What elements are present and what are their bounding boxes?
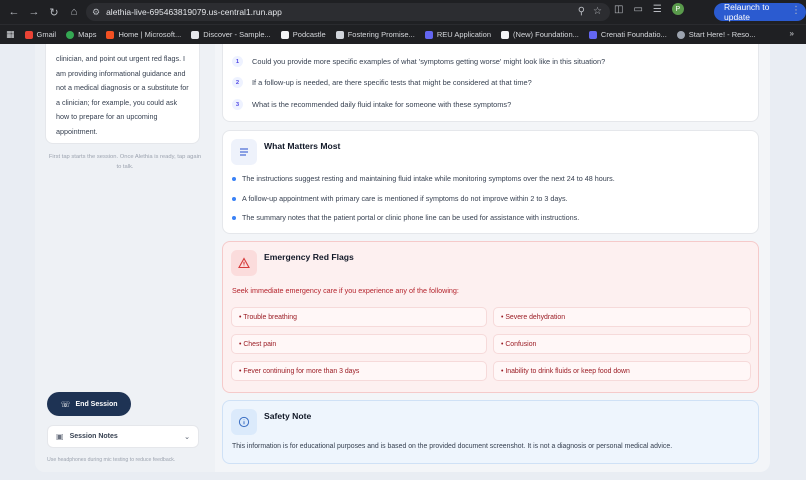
bookmark-star-icon[interactable]: ☆ [593,6,602,17]
safety-note-body: This information is for educational purp… [232,443,673,450]
bookmark-item[interactable]: Home | Microsoft... [106,30,181,39]
session-notes-toggle[interactable]: ▣ Session Notes ⌄ [47,425,199,448]
end-session-label: End Session [75,400,118,408]
fostering-icon [335,30,344,39]
bookmark-item[interactable]: Fostering Promise... [335,30,415,39]
question-number: 3 [232,99,243,110]
bookmark-item[interactable]: Crenati Foundatio... [588,30,667,39]
discover-icon [191,30,200,39]
zoom-icon[interactable]: ⚲ [578,6,585,17]
intro-line: how to prepare for an upcoming [56,112,158,121]
bookmark-item[interactable]: Gmail [24,30,56,39]
sidebar: clinician, and point out urgent red flag… [35,44,215,472]
warning-icon [231,250,257,276]
menu-icon[interactable]: ⋮ [791,5,801,16]
phone-icon: ☏ [60,399,71,409]
more-bookmarks-icon[interactable]: » [790,29,794,38]
gmail-icon [24,30,33,39]
list-icon [231,139,257,165]
foundation-icon [501,30,510,39]
main-content: 1 Could you provide more specific exampl… [222,44,759,472]
tap-hint: First tap starts the session. Once Aleth… [48,154,202,170]
red-flag-item: • Inability to drink fluids or keep food… [493,361,751,381]
intro-line: not a medical diagnosis or a substitute … [56,83,189,92]
red-flags-card: Emergency Red Flags Seek immediate emerg… [222,241,759,393]
headphone-hint: Use headphones during mic testing to red… [47,457,176,463]
toolbar-actions: ◫ ▭ ☰ P [614,3,684,15]
bookmark-item[interactable]: Podcastle [280,30,326,39]
home-icon[interactable]: ⌂ [64,2,84,22]
red-flag-item: • Chest pain [231,334,487,354]
session-notes-label: Session Notes [69,433,118,440]
bookmark-item[interactable]: REU Application [424,30,491,39]
bookmark-item[interactable]: Maps [66,30,96,39]
red-flag-item: • Fever continuing for more than 3 days [231,361,487,381]
intro-line: clinician, and point out urgent red flag… [56,54,186,63]
chevron-down-icon: ⌄ [184,433,190,441]
browser-toolbar: ← → ↻ ⌂ ⚙ alethia-live-695463819079.us-c… [0,0,806,24]
intro-line: appointment. [56,126,98,136]
what-matters-item: The instructions suggest resting and mai… [232,174,615,183]
red-flags-subtitle: Seek immediate emergency care if you exp… [232,286,459,295]
what-matters-card: What Matters Most The instructions sugge… [222,130,759,234]
question-number: 1 [232,56,243,67]
url-text: alethia-live-695463819079.us-central1.ru… [106,7,282,17]
reload-icon[interactable]: ↻ [44,2,64,22]
apps-icon[interactable]: ▦ [6,29,15,40]
cast-icon[interactable]: ▭ [633,4,642,15]
bullet-icon [232,176,236,181]
forward-icon[interactable]: → [24,2,44,22]
media-icon[interactable]: ☰ [653,4,662,15]
intro-card: clinician, and point out urgent red flag… [45,44,200,144]
what-matters-item: A follow-up appointment with primary car… [232,194,568,203]
question-item: 1 Could you provide more specific exampl… [232,56,605,67]
back-icon[interactable]: ← [4,2,24,22]
red-flag-item: • Trouble breathing [231,307,487,327]
intro-line: am providing informational guidance and [56,68,186,78]
question-text: If a follow-up is needed, are there spec… [252,78,532,87]
reu-icon [424,30,433,39]
bookmarks-bar: ▦ Gmail Maps Home | Microsoft... Discove… [0,24,806,44]
window-edge [770,44,806,480]
site-info-icon[interactable]: ⚙ [92,7,100,18]
bookmark-item[interactable]: Start Here! - Reso... [676,30,755,39]
extensions-icon[interactable]: ◫ [614,4,623,15]
questions-card: 1 Could you provide more specific exampl… [222,44,759,122]
question-text: What is the recommended daily fluid inta… [252,100,512,109]
podcastle-icon [280,30,289,39]
start-here-icon [676,30,685,39]
red-flags-title: Emergency Red Flags [264,252,354,262]
microsoft-icon [106,30,115,39]
end-session-button[interactable]: ☏ End Session [47,392,131,416]
address-bar[interactable]: ⚙ alethia-live-695463819079.us-central1.… [86,3,610,21]
notes-icon: ▣ [56,432,64,441]
app-page: clinician, and point out urgent red flag… [35,44,770,472]
what-matters-title: What Matters Most [264,141,341,151]
what-matters-item: The summary notes that the patient porta… [232,213,579,222]
bookmark-item[interactable]: Discover - Sample... [191,30,271,39]
safety-note-card: Safety Note This information is for educ… [222,400,759,464]
question-item: 3 What is the recommended daily fluid in… [232,99,511,110]
safety-note-title: Safety Note [264,411,312,421]
question-text: Could you provide more specific examples… [252,57,606,66]
maps-icon [66,30,75,39]
bookmark-item[interactable]: (New) Foundation... [501,30,579,39]
red-flag-item: • Severe dehydration [493,307,751,327]
red-flag-item: • Confusion [493,334,751,354]
bullet-icon [232,196,236,201]
question-number: 2 [232,77,243,88]
info-icon [231,409,257,435]
bullet-icon [232,215,236,220]
intro-line: a clinician; for example, you could ask [56,97,178,107]
nav-buttons: ← → ↻ ⌂ [4,2,84,22]
profile-avatar[interactable]: P [671,3,684,15]
crenati-icon [588,30,597,39]
question-item: 2 If a follow-up is needed, are there sp… [232,77,532,88]
